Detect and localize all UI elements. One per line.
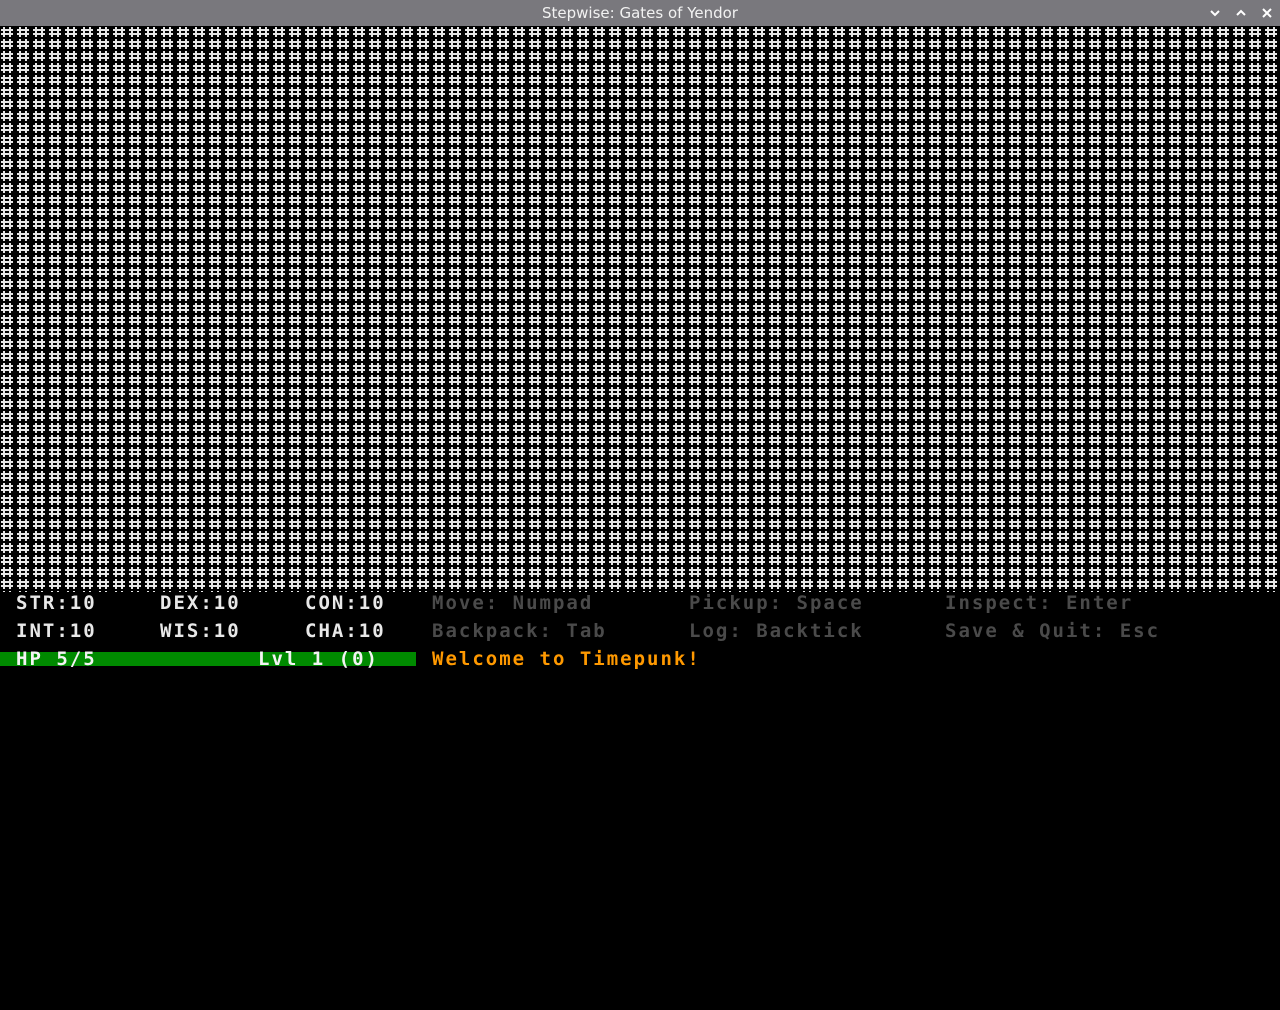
- stat-int: INT:10: [16, 620, 97, 642]
- window-titlebar[interactable]: Stepwise: Gates of Yendor: [0, 0, 1280, 26]
- hint-inspect: Inspect: Enter: [945, 592, 1134, 614]
- stat-wis: WIS:10: [160, 620, 241, 642]
- hint-pickup: Pickup: Space: [689, 592, 864, 614]
- hint-save-quit: Save & Quit: Esc: [945, 620, 1161, 642]
- hint-backpack: Backpack: Tab: [432, 620, 607, 642]
- status-panel: STR:10 DEX:10 CON:10 Move: Numpad Pickup…: [0, 592, 1280, 670]
- hint-move: Move: Numpad: [432, 592, 594, 614]
- stat-dex: DEX:10: [160, 592, 241, 614]
- minimize-button[interactable]: [1206, 4, 1224, 22]
- chevron-up-icon: [1235, 7, 1247, 19]
- message-log-latest: Welcome to Timepunk!: [432, 648, 701, 670]
- hp-label: HP 5/5: [16, 648, 97, 670]
- game-map[interactable]: [0, 26, 1280, 592]
- chevron-down-icon: [1209, 7, 1221, 19]
- window-title: Stepwise: Gates of Yendor: [542, 4, 738, 22]
- map-tile-grid: [0, 26, 1280, 592]
- hint-log: Log: Backtick: [689, 620, 864, 642]
- stat-con: CON:10: [305, 592, 386, 614]
- level-label: Lvl 1 (0): [258, 648, 379, 670]
- stat-str: STR:10: [16, 592, 97, 614]
- stat-cha: CHA:10: [305, 620, 386, 642]
- maximize-button[interactable]: [1232, 4, 1250, 22]
- wall-tiles: [0, 26, 1280, 592]
- close-icon: [1261, 7, 1273, 19]
- close-button[interactable]: [1258, 4, 1276, 22]
